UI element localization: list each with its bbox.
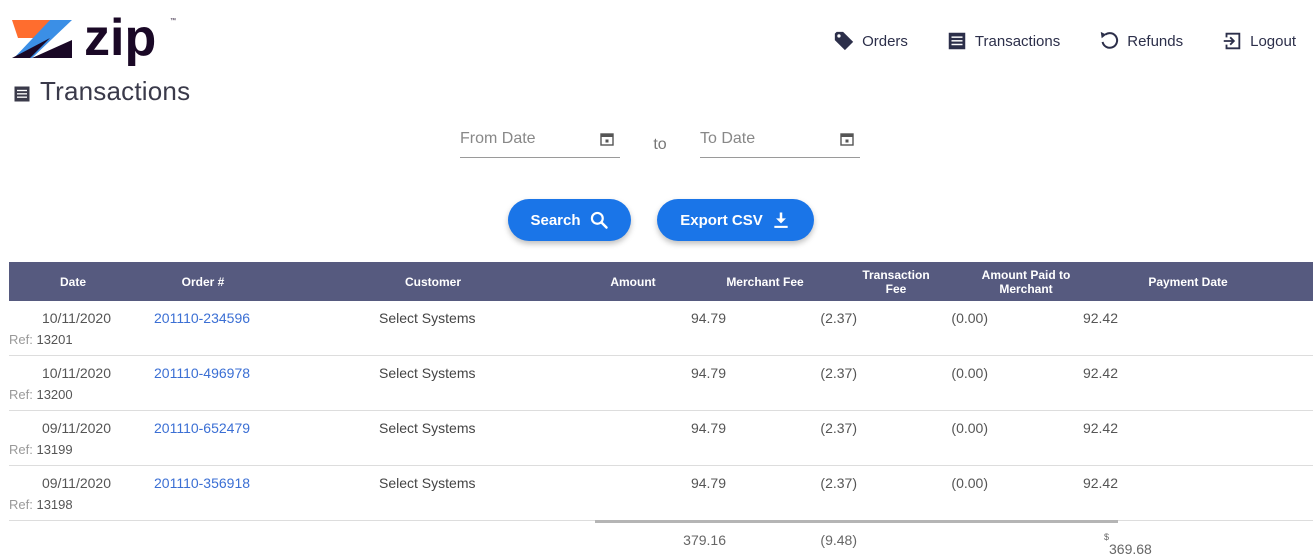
column-header-amount[interactable]: Amount	[597, 275, 669, 289]
nav-refunds[interactable]: Refunds	[1098, 30, 1183, 52]
nav-transactions-label: Transactions	[974, 32, 1061, 50]
row-customer: Select Systems	[379, 475, 476, 491]
row-amount: 94.79	[690, 365, 726, 381]
page-title: Transactions	[12, 76, 190, 107]
column-header-customer[interactable]: Customer	[269, 275, 597, 289]
row-amount-paid: 92.42	[1082, 420, 1118, 436]
row-amount: 94.79	[690, 420, 726, 436]
calendar-icon[interactable]	[600, 132, 614, 146]
nav-logout-label: Logout	[1250, 32, 1296, 50]
row-ref: Ref: 13201	[9, 332, 73, 347]
from-date-input[interactable]	[460, 128, 585, 148]
search-icon	[590, 211, 608, 229]
row-merchant-fee: (2.37)	[820, 475, 857, 491]
row-date: 10/11/2020	[41, 365, 111, 381]
total-merchant-fee: (9.48)	[820, 532, 857, 548]
date-filters: to	[460, 128, 860, 158]
list-icon	[948, 32, 966, 50]
export-csv-button-label: Export CSV	[680, 211, 763, 229]
row-merchant-fee: (2.37)	[820, 310, 857, 326]
svg-text:™: ™	[170, 17, 176, 24]
row-amount-paid: 92.42	[1082, 475, 1118, 491]
search-button-label: Search	[530, 211, 581, 229]
row-amount: 94.79	[690, 475, 726, 491]
export-csv-button[interactable]: Export CSV	[657, 199, 814, 241]
row-merchant-fee: (2.37)	[820, 420, 857, 436]
row-ref: Ref: 13199	[9, 442, 73, 457]
transactions-table: Date Order # Customer Amount Merchant Fe…	[9, 262, 1313, 521]
row-ref: Ref: 13200	[9, 387, 73, 402]
total-amount-paid: $369.68	[1103, 532, 1152, 554]
undo-icon	[1100, 31, 1119, 49]
svg-text:zip: zip	[84, 10, 156, 67]
row-customer: Select Systems	[379, 310, 476, 326]
table-row: 10/11/2020 Ref: 13200 201110-496978 Sele…	[9, 356, 1313, 411]
row-transaction-fee: (0.00)	[951, 475, 988, 491]
row-transaction-fee: (0.00)	[951, 310, 988, 326]
row-merchant-fee: (2.37)	[820, 365, 857, 381]
to-date-input[interactable]	[700, 128, 825, 148]
row-transaction-fee: (0.00)	[951, 420, 988, 436]
row-customer: Select Systems	[379, 420, 476, 436]
table-row: 09/11/2020 Ref: 13198 201110-356918 Sele…	[9, 466, 1313, 521]
order-link[interactable]: 201110-496978	[154, 365, 250, 381]
top-nav: Orders Transactions Refunds Logout	[795, 30, 1296, 52]
to-label: to	[653, 136, 667, 153]
column-header-amount-paid[interactable]: Amount Paid to Merchant	[931, 268, 1121, 296]
calendar-icon[interactable]	[840, 132, 854, 146]
column-header-order[interactable]: Order #	[137, 275, 269, 289]
search-button[interactable]: Search	[508, 199, 631, 241]
row-ref: Ref: 13198	[9, 497, 73, 512]
row-date: 10/11/2020	[41, 310, 111, 326]
to-date-field[interactable]	[700, 128, 860, 158]
nav-refunds-label: Refunds	[1127, 32, 1184, 50]
row-transaction-fee: (0.00)	[951, 365, 988, 381]
row-amount: 94.79	[690, 310, 726, 326]
order-link[interactable]: 201110-356918	[154, 475, 250, 491]
order-link[interactable]: 201110-234596	[154, 310, 250, 326]
download-icon	[774, 212, 788, 228]
order-link[interactable]: 201110-652479	[154, 420, 250, 436]
row-amount-paid: 92.42	[1082, 365, 1118, 381]
nav-orders[interactable]: Orders	[833, 30, 908, 52]
row-amount-paid: 92.42	[1082, 310, 1118, 326]
total-amount: 379.16	[683, 532, 726, 548]
from-date-field[interactable]	[460, 128, 620, 158]
table-header: Date Order # Customer Amount Merchant Fe…	[9, 262, 1313, 301]
column-header-date[interactable]: Date	[9, 275, 137, 289]
column-header-transaction-fee[interactable]: Transaction Fee	[861, 268, 931, 296]
zip-logo[interactable]: zip ™	[10, 9, 180, 72]
list-icon	[14, 86, 30, 101]
table-row: 09/11/2020 Ref: 13199 201110-652479 Sele…	[9, 411, 1313, 466]
column-header-merchant-fee[interactable]: Merchant Fee	[669, 275, 861, 289]
tag-icon	[834, 31, 854, 51]
totals-row: 379.16 (9.48) $369.68	[595, 520, 1152, 554]
row-date: 09/11/2020	[41, 420, 111, 436]
column-header-payment-date[interactable]: Payment Date	[1121, 275, 1255, 289]
nav-orders-label: Orders	[862, 32, 908, 50]
row-customer: Select Systems	[379, 365, 476, 381]
nav-logout[interactable]: Logout	[1221, 30, 1296, 52]
row-date: 09/11/2020	[41, 475, 111, 491]
table-row: 10/11/2020 Ref: 13201 201110-234596 Sele…	[9, 301, 1313, 356]
nav-transactions[interactable]: Transactions	[946, 30, 1060, 52]
page-title-text: Transactions	[40, 76, 191, 106]
logout-icon	[1223, 32, 1241, 50]
